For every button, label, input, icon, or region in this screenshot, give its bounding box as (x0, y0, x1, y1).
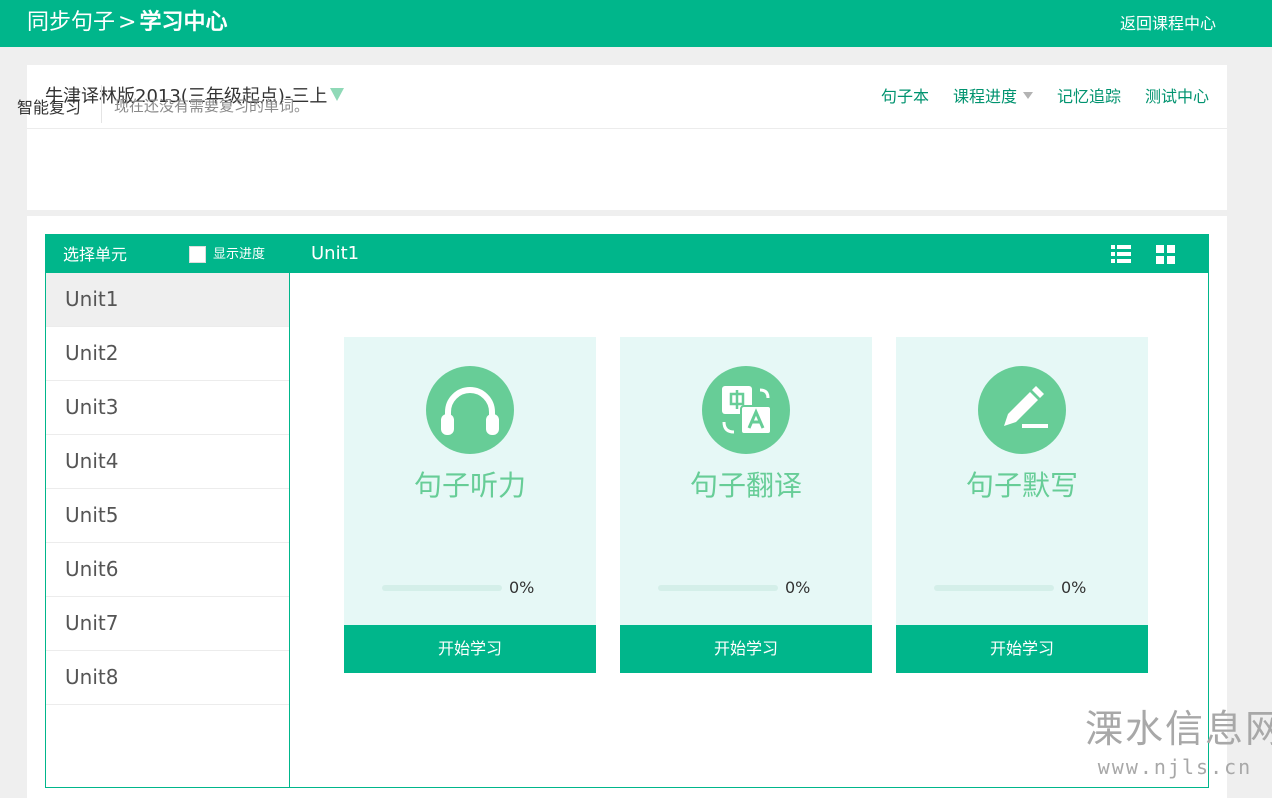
nav-test-center[interactable]: 测试中心 (1145, 86, 1209, 108)
progress-percent: 0% (1061, 578, 1087, 597)
headphones-icon (441, 387, 499, 435)
breadcrumb-separator: > (118, 10, 137, 35)
sidebar-item-unit5[interactable]: Unit5 (46, 489, 290, 543)
start-learning-button[interactable]: 开始学习 (896, 625, 1148, 673)
back-to-courses-link[interactable]: 返回课程中心 (1120, 13, 1216, 35)
progress-bar (658, 585, 778, 591)
card-icon-circle (978, 366, 1066, 454)
nav-course-progress[interactable]: 课程进度 (953, 86, 1033, 108)
card-sentence-translation: 句子翻译 0% 开始学习 (620, 337, 872, 673)
start-learning-button[interactable]: 开始学习 (344, 625, 596, 673)
card-sentence-dictation: 句子默写 0% 开始学习 (896, 337, 1148, 673)
progress-bar (934, 585, 1054, 591)
sidebar-item-unit8[interactable]: Unit8 (46, 651, 290, 705)
watermark-name: 溧水信息网 (1085, 707, 1272, 751)
pencil-icon (1004, 386, 1048, 428)
card-title: 句子翻译 (689, 469, 802, 502)
breadcrumb-parent[interactable]: 同步句子 (27, 10, 115, 35)
sidebar-item-unit6[interactable]: Unit6 (46, 543, 290, 597)
sidebar-header: 选择单元 显示进度 (46, 235, 290, 273)
sidebar-item-unit3[interactable]: Unit3 (46, 381, 290, 435)
nav-course-progress-label: 课程进度 (952, 87, 1017, 106)
sidebar-item-unit7[interactable]: Unit7 (46, 597, 290, 651)
card-sentence-listening: 句子听力 0% 开始学习 (344, 337, 596, 673)
smart-review-label[interactable]: 智能复习 (17, 94, 81, 118)
card-title: 句子默写 (965, 469, 1078, 502)
divider (101, 85, 102, 123)
smart-review-message: 现在还没有需要复习的单词。 (114, 97, 310, 115)
watermark: 溧水信息网 www.njls.cn (1085, 706, 1272, 782)
top-bar: 同步句子 > 学习中心 返回课程中心 (0, 0, 1272, 47)
grid-view-icon[interactable] (1156, 245, 1175, 264)
progress-bar (382, 585, 502, 591)
course-panel: 牛津译林版2013(三年级起点)-三上 句子本 课程进度 记忆追踪 测试中心 (27, 65, 1227, 210)
sidebar-item-unit4[interactable]: Unit4 (46, 435, 290, 489)
nav-memory-tracking[interactable]: 记忆追踪 (1057, 86, 1121, 108)
unit-sidebar: 选择单元 显示进度 Unit1 Unit2 Unit3 Unit4 Unit5 … (45, 234, 290, 788)
sidebar-item-unit1[interactable]: Unit1 (46, 273, 290, 327)
card-title: 句子听力 (413, 469, 526, 502)
progress-percent: 0% (785, 578, 811, 597)
chevron-down-icon (1022, 92, 1033, 99)
translate-icon (722, 386, 772, 435)
progress-percent: 0% (509, 578, 535, 597)
card-icon-circle (702, 366, 790, 454)
content-header: Unit1 (290, 235, 1208, 273)
course-nav: 句子本 课程进度 记忆追踪 测试中心 (881, 86, 1209, 108)
watermark-url: www.njls.cn (1097, 755, 1253, 779)
nav-sentence-book[interactable]: 句子本 (881, 86, 929, 108)
sidebar-item-unit2[interactable]: Unit2 (46, 327, 290, 381)
caret-down-icon (330, 88, 345, 101)
breadcrumb-current: 学习中心 (139, 10, 228, 35)
sidebar-title: 选择单元 (63, 245, 128, 264)
show-progress-label[interactable]: 显示进度 (213, 246, 265, 263)
breadcrumb: 同步句子 > 学习中心 (27, 9, 227, 37)
card-icon-circle (426, 366, 514, 454)
unit-title: Unit1 (311, 243, 360, 264)
start-learning-button[interactable]: 开始学习 (620, 625, 872, 673)
list-view-icon[interactable] (1111, 245, 1131, 263)
show-progress-checkbox[interactable] (189, 246, 206, 263)
unit-content: Unit1 句子听力 0% 开始学习 句子翻译 0% 开始学习 句子默写 0% … (289, 234, 1209, 788)
